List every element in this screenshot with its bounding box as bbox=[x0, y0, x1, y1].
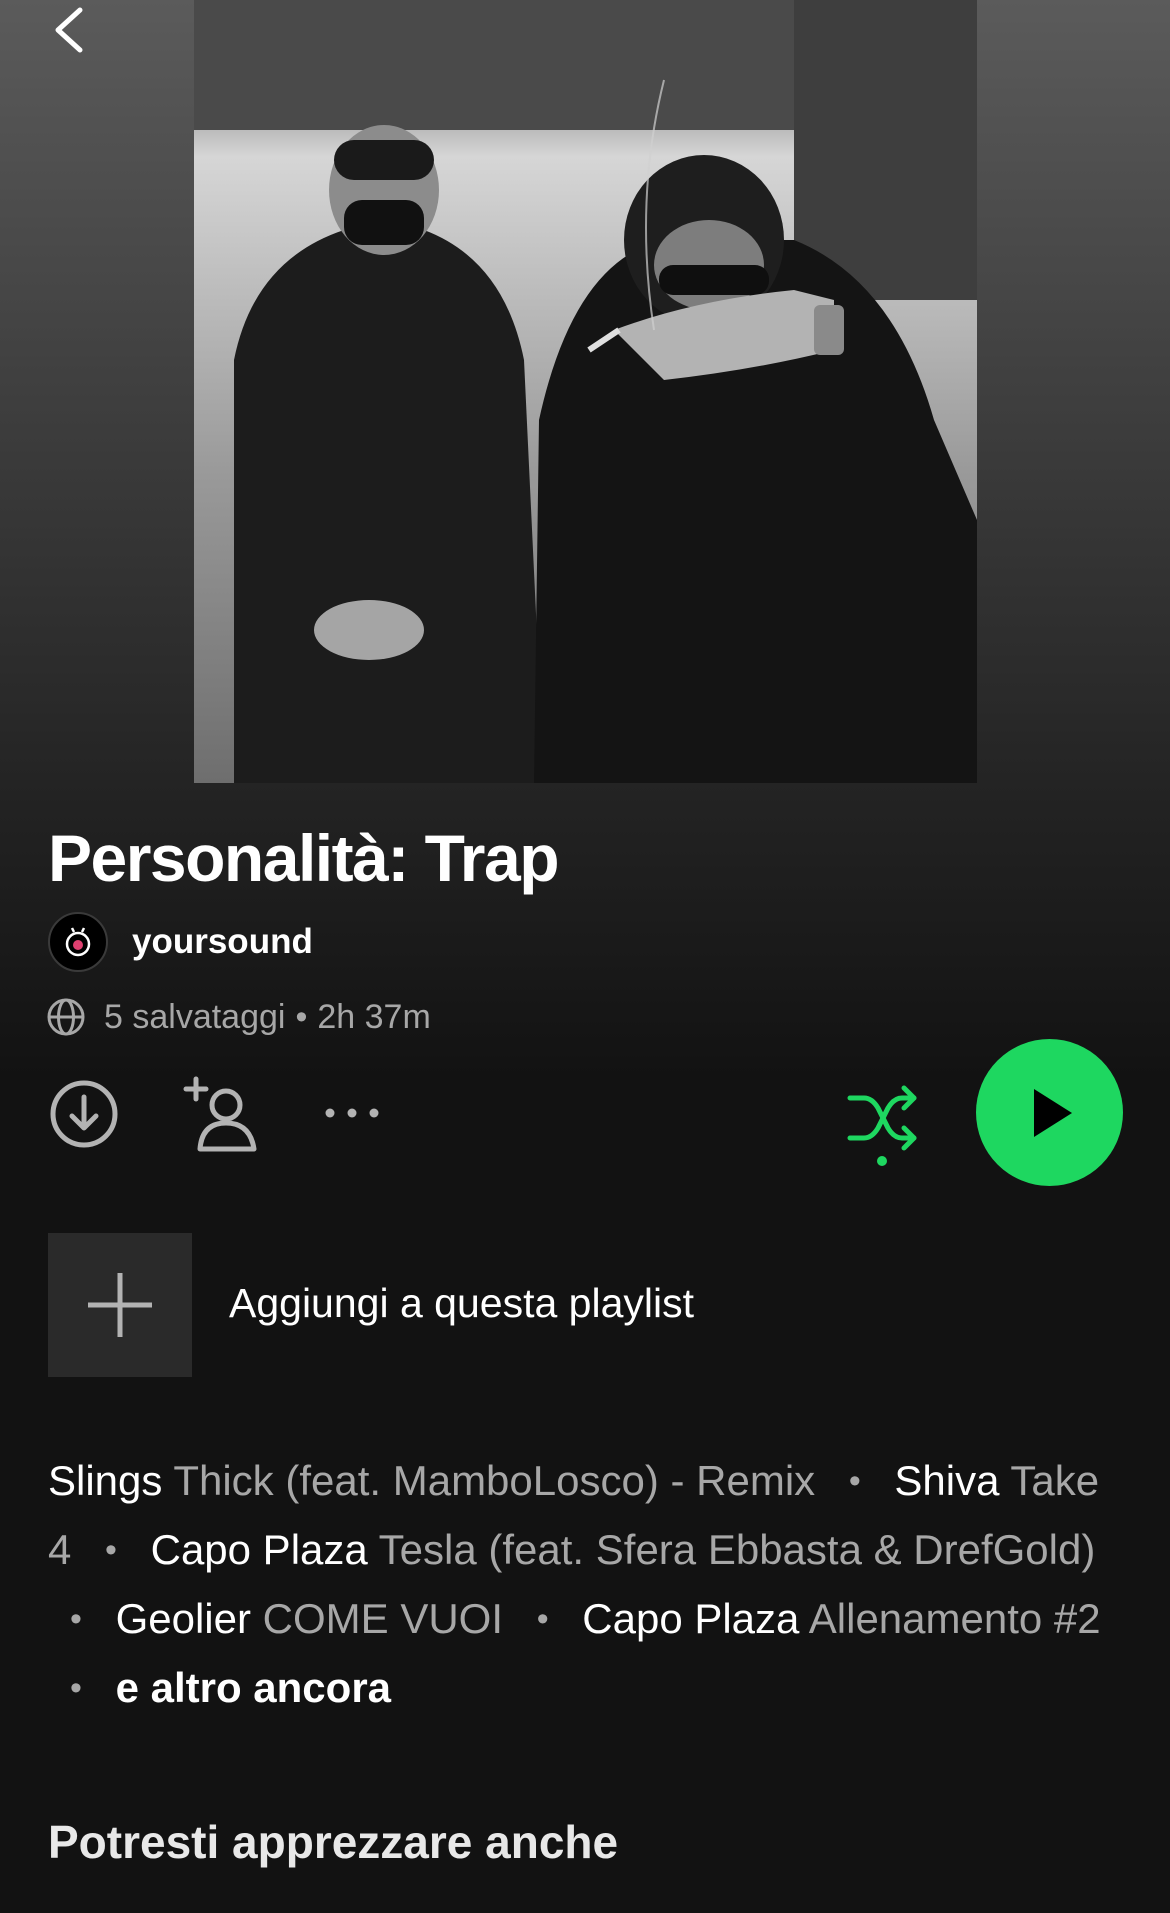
add-collaborator-button[interactable] bbox=[182, 1075, 262, 1153]
track-artist: Slings bbox=[48, 1457, 163, 1504]
meta-separator: • bbox=[295, 997, 308, 1036]
owner-name[interactable]: yoursound bbox=[132, 922, 313, 962]
track-title: Thick (feat. MamboLosco) - Remix bbox=[173, 1457, 816, 1504]
track-title: Allenamento #2 bbox=[808, 1595, 1101, 1642]
track-title: Tesla (feat. Sfera Ebbasta & DrefGold) bbox=[378, 1526, 1096, 1573]
globe-icon bbox=[47, 998, 85, 1036]
track-separator: • bbox=[105, 1531, 117, 1569]
track-artist: Capo Plaza bbox=[582, 1595, 800, 1642]
track-preview-list: Slings Thick (feat. MamboLosco) - Remix … bbox=[48, 1448, 1108, 1724]
track-separator: • bbox=[536, 1600, 549, 1638]
plus-icon bbox=[88, 1273, 152, 1337]
track-title: COME VUOI bbox=[262, 1595, 504, 1642]
track-artist: Capo Plaza bbox=[150, 1526, 368, 1573]
shuffle-button[interactable] bbox=[846, 1080, 920, 1172]
play-button[interactable] bbox=[976, 1039, 1123, 1186]
download-icon bbox=[50, 1080, 118, 1148]
track-separator: • bbox=[70, 1600, 82, 1638]
track-artist: Shiva bbox=[894, 1457, 1000, 1504]
saves-count: 5 salvataggi bbox=[104, 997, 286, 1036]
download-button[interactable] bbox=[48, 1078, 120, 1150]
add-to-playlist-tile[interactable] bbox=[48, 1233, 192, 1377]
track-artist: Geolier bbox=[115, 1595, 251, 1642]
playlist-title: Personalità: Trap bbox=[48, 821, 560, 895]
more-icon bbox=[325, 1108, 379, 1118]
owner-row[interactable]: yoursound bbox=[48, 912, 313, 972]
track-separator: • bbox=[70, 1669, 82, 1707]
back-button[interactable] bbox=[46, 2, 96, 58]
recommendations-title: Potresti apprezzare anche bbox=[48, 1816, 619, 1868]
track-separator: • bbox=[848, 1462, 861, 1500]
playlist-cover-image bbox=[194, 0, 977, 783]
play-icon bbox=[1033, 1088, 1072, 1137]
add-user-icon bbox=[183, 1076, 257, 1152]
chevron-left-icon bbox=[55, 7, 83, 53]
shuffle-icon bbox=[847, 1085, 917, 1166]
playlist-duration: 2h 37m bbox=[317, 997, 431, 1036]
add-to-playlist-label[interactable]: Aggiungi a questa playlist bbox=[229, 1280, 694, 1327]
more-options-button[interactable] bbox=[322, 1100, 382, 1126]
tracks-more-link[interactable]: e altro ancora bbox=[116, 1664, 391, 1711]
avatar[interactable] bbox=[48, 912, 108, 972]
playlist-meta: 5 salvataggi • 2h 37m bbox=[46, 994, 431, 1040]
